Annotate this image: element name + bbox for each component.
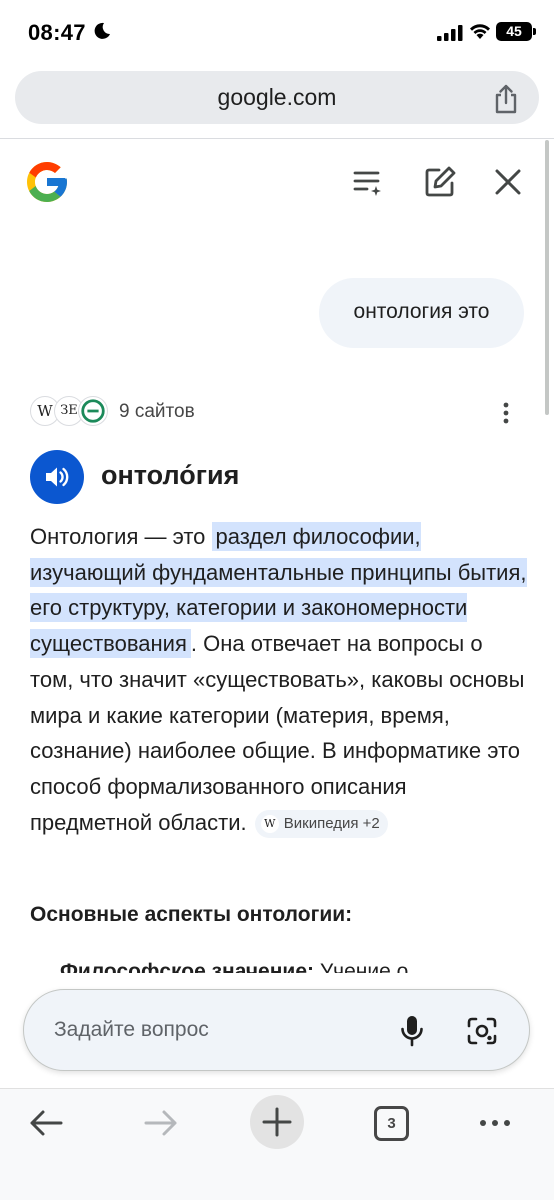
citation-label: Википедия +2	[283, 814, 380, 832]
ask-input-placeholder[interactable]: Задайте вопрос	[54, 1018, 209, 1042]
status-bar: 08:47 45	[0, 0, 554, 62]
google-lens-icon[interactable]	[465, 1015, 499, 1047]
battery-tip	[533, 28, 536, 35]
list-item-bold: Философское значение:	[60, 960, 314, 973]
new-tab-plus-icon[interactable]	[250, 1095, 304, 1149]
user-query-text: онтология это	[353, 300, 490, 323]
scrollbar[interactable]	[545, 140, 549, 415]
forward-arrow-icon[interactable]	[143, 1105, 179, 1141]
sources-count[interactable]: 9 сайтов	[119, 401, 195, 423]
ai-answer-paragraph: Онтология — это раздел философии, изучаю…	[30, 519, 530, 840]
answer-text-end: . Она отвечает на вопросы о том, что зна…	[30, 631, 525, 835]
answer-text-start: Онтология — это	[30, 524, 212, 549]
browser-toolbar: 3	[0, 1088, 554, 1200]
wikipedia-icon: W	[260, 814, 279, 833]
tab-switcher-button[interactable]: 3	[374, 1106, 409, 1141]
share-icon[interactable]	[492, 84, 520, 114]
site-e-icon	[78, 396, 108, 426]
sources-button[interactable]: W ЗЕ	[30, 396, 110, 428]
more-options-icon[interactable]	[496, 400, 516, 426]
google-logo-icon	[27, 162, 67, 202]
section-title: Основные аспекты онтологии:	[30, 903, 353, 926]
toolbar-divider	[0, 138, 554, 139]
ask-input[interactable]: Задайте вопрос	[23, 989, 530, 1071]
speaker-icon	[46, 467, 69, 487]
user-query-bubble: онтология это	[319, 278, 524, 348]
new-chat-edit-icon[interactable]	[422, 164, 458, 200]
address-bar[interactable]: google.com	[15, 71, 539, 124]
list-item: Философское значение: Учение о	[60, 957, 520, 973]
citation-chip[interactable]: W Википедия +2	[254, 809, 388, 838]
list-item-text: Учение о	[314, 960, 409, 973]
wifi-icon	[470, 24, 490, 39]
microphone-icon[interactable]	[399, 1015, 425, 1047]
headword: онтоло́гия	[101, 460, 240, 490]
pronunciation-button[interactable]	[30, 450, 84, 504]
close-icon[interactable]	[490, 164, 526, 200]
history-list-icon[interactable]	[350, 164, 386, 200]
status-time: 08:47	[28, 20, 86, 45]
url-text[interactable]: google.com	[15, 84, 539, 111]
back-arrow-icon[interactable]	[28, 1105, 64, 1141]
cellular-signal-icon	[437, 25, 463, 41]
moon-icon	[94, 22, 110, 39]
battery-level: 45	[506, 23, 522, 39]
more-menu-icon[interactable]	[477, 1105, 513, 1141]
